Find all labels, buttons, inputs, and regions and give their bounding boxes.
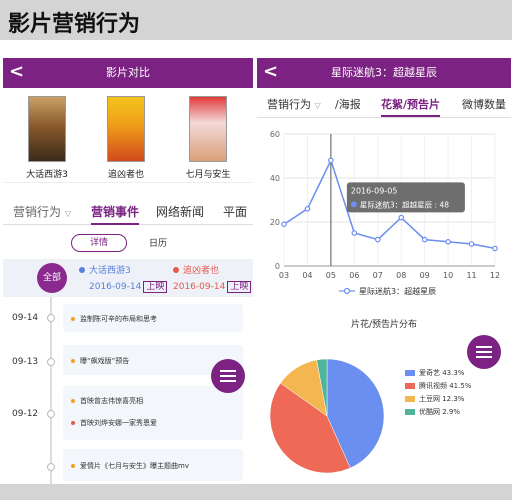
tooltip-marker <box>350 201 357 208</box>
timeline-date: 09-13 <box>12 357 39 367</box>
movie-poster-image <box>28 96 66 162</box>
tab-marketing-behavior[interactable]: 营销行为 ▽ <box>13 203 71 220</box>
timeline-node <box>47 314 55 322</box>
x-tick-label: 03 <box>279 271 289 280</box>
data-point <box>398 214 405 221</box>
tooltip-date: 2016-09-05 <box>351 186 398 195</box>
movie-compare-screen: < 影片对比 大话西游3 追凶者也 七月与安生 营销行为 ▽ 营销事件 网络新闻… <box>3 58 253 484</box>
chevron-left-icon[interactable]: < <box>9 58 24 86</box>
data-point <box>492 245 498 252</box>
event-item: 首映刘烨安娜一家秀恩爱 <box>71 418 157 428</box>
timeline-node <box>47 463 55 471</box>
legend-label: 星际迷航3：超越星辰 <box>359 286 436 296</box>
movie-item[interactable]: 追凶者也 <box>94 96 158 180</box>
x-tick-label: 11 <box>466 271 476 280</box>
y-tick-label: 60 <box>270 130 280 139</box>
movie-name: 七月与安生 <box>185 170 231 180</box>
menu-icon[interactable] <box>211 359 245 393</box>
timeline-date: 09-12 <box>12 409 39 419</box>
data-point <box>304 206 311 212</box>
movie-item[interactable]: 大话西游3 <box>15 96 79 180</box>
movie-poster-image <box>107 96 145 162</box>
details-button[interactable]: 详情 <box>71 234 127 252</box>
x-tick-label: 10 <box>443 271 453 280</box>
movie-name: 追凶者也 <box>107 170 144 180</box>
movie-legend: 全部 大话西游3 追凶者也 2016-09-14 上映 2016-09-14 上映 <box>3 259 253 297</box>
data-point <box>281 221 287 228</box>
legend-marker <box>343 287 351 295</box>
movie-item[interactable]: 七月与安生 <box>176 96 240 180</box>
tab-online-news[interactable]: 网络新闻 <box>156 203 204 220</box>
event-card[interactable]: 首映曾志伟惊喜亮相 首映刘烨安娜一家秀恩爱 <box>63 386 243 440</box>
header-title: 星际迷航3：超越星辰 <box>331 66 437 79</box>
event-item: 监制陈可辛的布局和思考 <box>71 314 157 324</box>
movie-detail-screen: < 星际迷航3：超越星辰 营销行为 ▽ /海报 花絮/预告片 微博数量 0 20 4… <box>257 58 511 484</box>
event-card[interactable]: 爱情片《七月与安生》曝主题曲mv <box>63 449 243 481</box>
y-tick-label: 0 <box>275 262 280 271</box>
pie-legend-item[interactable]: 爱奇艺 43.3% <box>405 368 471 381</box>
tooltip-value: 星际迷航3：超越星辰 : 48 <box>360 199 449 209</box>
x-tick-label: 07 <box>373 271 383 280</box>
tab-bar: 营销行为 ▽ 营销事件 网络新闻 平面 <box>3 199 253 225</box>
movie-list: 大话西游3 追凶者也 七月与安生 <box>3 88 253 183</box>
tab-marketing-behavior[interactable]: 营销行为 ▽ <box>267 96 321 112</box>
timeline-node <box>47 410 55 418</box>
y-tick-label: 20 <box>270 218 280 227</box>
x-tick-label: 06 <box>349 271 359 280</box>
movie-b-release: 2016-09-14 上映 <box>173 279 252 293</box>
x-tick-label: 12 <box>490 271 500 280</box>
menu-icon[interactable] <box>467 335 501 369</box>
movie-b-legend[interactable]: 追凶者也 <box>173 263 219 276</box>
event-timeline: 09-14 监制陈可辛的布局和思考 09-13 曝“飙戏版”预告 09-12 首… <box>3 297 253 484</box>
data-point <box>421 236 428 243</box>
pie-legend-item[interactable]: 腾讯视频 41.5% <box>405 381 471 394</box>
x-tick-label: 05 <box>326 271 336 280</box>
slide-title: 影片营销行为 <box>0 0 512 40</box>
line-chart[interactable]: 0 20 40 60 03 04 05 06 07 08 09 10 11 12 2016-09-05 星际迷… <box>257 124 511 304</box>
x-tick-label: 09 <box>420 271 430 280</box>
pie-legend-item[interactable]: 优酷网 2.9% <box>405 407 471 420</box>
pie-legend-item[interactable]: 土豆网 12.3% <box>405 394 471 407</box>
tab-marketing-events[interactable]: 营销事件 <box>91 203 140 225</box>
event-card[interactable]: 监制陈可辛的布局和思考 <box>63 304 243 332</box>
chevron-left-icon[interactable]: < <box>263 58 278 86</box>
event-item: 曝“飙戏版”预告 <box>71 356 129 366</box>
data-point <box>328 157 334 164</box>
timeline-line <box>50 297 52 484</box>
data-point <box>445 239 451 245</box>
data-point <box>468 241 475 247</box>
all-button[interactable]: 全部 <box>37 263 67 293</box>
tab-print[interactable]: 平面 <box>223 203 247 220</box>
x-tick-label: 08 <box>396 271 406 280</box>
event-item: 爱情片《七月与安生》曝主题曲mv <box>71 461 189 471</box>
data-point <box>351 230 358 236</box>
timeline-date: 09-14 <box>12 313 39 323</box>
movie-poster-image <box>189 96 227 162</box>
movie-a-legend[interactable]: 大话西游3 <box>79 263 131 276</box>
movie-a-release: 2016-09-14 上映 <box>89 279 168 293</box>
movie-name: 大话西游3 <box>26 170 68 180</box>
tab-trailers[interactable]: 花絮/预告片 <box>381 96 441 117</box>
calendar-button[interactable]: 日历 <box>149 236 167 249</box>
pie-legend: 爱奇艺 43.3% 腾讯视频 41.5% 土豆网 12.3% 优酷网 2.9% <box>405 368 471 420</box>
y-tick-label: 40 <box>270 174 280 183</box>
app-header: < 星际迷航3：超越星辰 <box>257 58 511 88</box>
app-header: < 影片对比 <box>3 58 253 88</box>
subtab-bar: 详情 日历 <box>3 225 253 259</box>
data-point <box>374 236 381 243</box>
x-tick-label: 04 <box>302 271 312 280</box>
event-item: 首映曾志伟惊喜亮相 <box>71 396 143 406</box>
bottom-strip <box>0 484 512 500</box>
timeline-node <box>47 358 55 366</box>
tab-bar: 营销行为 ▽ /海报 花絮/预告片 微博数量 <box>257 88 511 118</box>
tab-posters[interactable]: /海报 <box>335 96 361 112</box>
header-title: 影片对比 <box>106 66 150 79</box>
tab-weibo-count[interactable]: 微博数量 <box>462 96 506 112</box>
